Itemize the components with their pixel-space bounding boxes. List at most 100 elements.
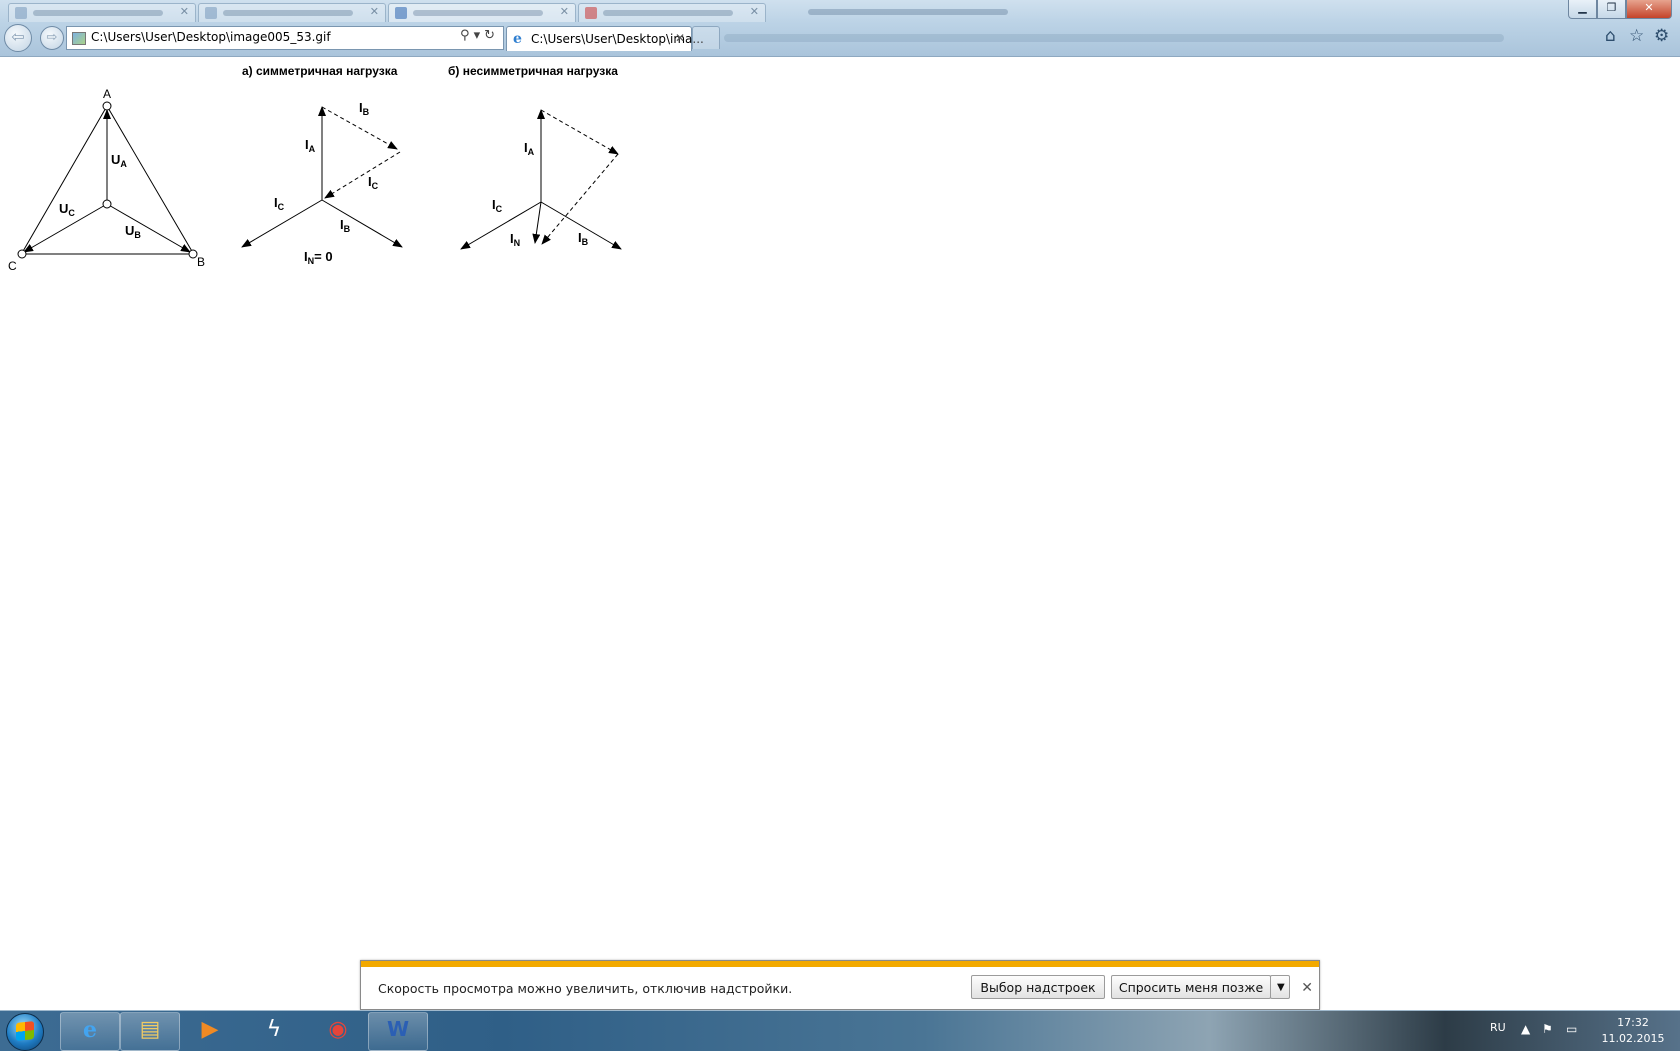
vector-shift-1: [540, 109, 619, 155]
title-asymmetric: б) несимметричная нагрузка: [448, 64, 618, 78]
magnifier-icon[interactable]: ⚲: [460, 28, 474, 43]
node-neutral: [102, 199, 112, 209]
gear-icon[interactable]: ⚙: [1654, 26, 1669, 46]
vertex-label-c: C: [8, 259, 17, 273]
minimize-button[interactable]: ▁: [1568, 0, 1597, 19]
dropdown-icon[interactable]: ▾: [474, 28, 485, 43]
language-indicator[interactable]: RU: [1490, 1021, 1506, 1034]
label-in-asym: IN: [510, 231, 520, 248]
word-icon: W: [386, 1017, 410, 1041]
notification-accent: [361, 961, 1319, 967]
tab-favicon: [205, 7, 217, 19]
active-tab[interactable]: e C:\Users\User\Desktop\ima... ✕: [506, 26, 704, 51]
symmetric-load-diagram: IA IB IC IC IB IN= 0: [241, 100, 403, 266]
ask-later-dropdown[interactable]: ▼: [1270, 975, 1290, 999]
address-url[interactable]: C:\Users\User\Desktop\image005_53.gif: [91, 30, 331, 44]
triangle-side: [106, 105, 194, 254]
background-tab[interactable]: ✕: [388, 3, 576, 22]
label-ia-sym: IA: [305, 137, 316, 154]
node-b: [188, 249, 198, 259]
label-ic-asym: IC: [492, 197, 503, 214]
clock-time: 17:32: [1617, 1016, 1649, 1029]
home-icon[interactable]: ⌂: [1605, 26, 1616, 46]
notification-message: Скорость просмотра можно увеличить, откл…: [378, 981, 793, 996]
title-symmetric: а) симметричная нагрузка: [242, 64, 398, 78]
close-icon[interactable]: ✕: [560, 5, 569, 18]
address-tools: ⚲▾↻: [460, 28, 499, 43]
label-ic-mid: IC: [368, 174, 379, 191]
vector-ub: [106, 203, 191, 253]
background-tab[interactable]: ✕: [578, 3, 766, 22]
action-center-flag-icon[interactable]: ⚑: [1542, 1022, 1553, 1036]
addons-notification-bar: Скорость просмотра можно увеличить, откл…: [360, 960, 1320, 1010]
background-tab[interactable]: [768, 3, 1008, 21]
tab-favicon: [395, 7, 407, 19]
chrome-icon: ◉: [328, 1017, 348, 1042]
dropdown-icon: ▼: [1277, 982, 1285, 993]
ie-icon: e: [83, 1017, 97, 1043]
label-ua: UA: [111, 152, 127, 169]
refresh-icon[interactable]: ↻: [484, 28, 499, 43]
image-file-icon: [72, 32, 86, 45]
vertex-label-a: A: [103, 87, 111, 101]
back-arrow-icon: ⇦: [11, 27, 25, 46]
background-tab-strip: [724, 34, 1504, 42]
background-tab[interactable]: ✕: [8, 3, 196, 22]
windows-taskbar: e ▤ ▶ ϟ ◉ W RU ▲ ⚑ ▭ 17:32 11.02.2015: [0, 1010, 1680, 1051]
close-icon[interactable]: ✕: [370, 5, 379, 18]
close-icon[interactable]: ✕: [180, 5, 189, 18]
label-ib-asym: IB: [578, 230, 589, 247]
close-window-button[interactable]: ✕: [1626, 0, 1672, 19]
show-hidden-icons-icon[interactable]: ▲: [1521, 1022, 1530, 1036]
forward-button[interactable]: ⇨: [40, 26, 64, 50]
label-ib-top: IB: [359, 100, 370, 117]
node-a: [102, 101, 112, 111]
clock-date: 11.02.2015: [1601, 1032, 1665, 1045]
vector-ic-shift: [324, 151, 401, 199]
browser-chrome: ✕ ✕ ✕ ✕ ▁ ❐ ✕ ⇦ ⇨ C:\Users\User\Desktop\…: [0, 0, 1680, 57]
taskbar-chrome[interactable]: ◉: [308, 1012, 368, 1051]
vector-in: [532, 201, 542, 244]
background-tab-strip: ✕ ✕ ✕ ✕: [0, 0, 1560, 22]
ie-icon: e: [513, 31, 522, 47]
network-icon[interactable]: ▭: [1566, 1022, 1577, 1036]
label-ic-sym: IC: [274, 195, 285, 212]
ask-later-button[interactable]: Спросить меня позже: [1111, 975, 1271, 999]
star-triangle-diagram: A B C UA UB UC: [8, 87, 205, 273]
media-player-icon: ▶: [201, 1017, 219, 1042]
vector-ib-sym: [321, 199, 403, 248]
background-tab[interactable]: ✕: [198, 3, 386, 22]
windows-logo-icon: [16, 1021, 34, 1041]
label-ub: UB: [125, 223, 141, 240]
tab-favicon: [585, 7, 597, 19]
asymmetric-load-diagram: IA IC IN IB: [460, 109, 622, 250]
page-content: а) симметричная нагрузка б) несимметричн…: [0, 57, 1680, 957]
taskbar-explorer[interactable]: ▤: [120, 1012, 180, 1051]
restore-button[interactable]: ❐: [1597, 0, 1626, 19]
taskbar-ie[interactable]: e: [60, 1012, 120, 1051]
address-bar[interactable]: C:\Users\User\Desktop\image005_53.gif ⚲▾…: [66, 26, 504, 50]
choose-addons-button[interactable]: Выбор надстроек: [971, 975, 1105, 999]
system-clock[interactable]: 17:32 11.02.2015: [1598, 1015, 1668, 1047]
node-c: [17, 249, 27, 259]
label-ia-asym: IA: [524, 140, 535, 157]
close-icon[interactable]: ✕: [750, 5, 759, 18]
vertex-label-b: B: [197, 255, 205, 269]
folder-icon: ▤: [139, 1017, 161, 1042]
back-button[interactable]: ⇦: [4, 24, 32, 52]
triangle-side: [21, 105, 108, 254]
new-tab-button[interactable]: [692, 26, 720, 49]
taskbar-app[interactable]: ϟ: [244, 1012, 304, 1051]
close-icon[interactable]: ✕: [1301, 980, 1313, 996]
label-uc: UC: [59, 201, 75, 218]
close-icon[interactable]: ✕: [675, 31, 685, 45]
lightning-icon: ϟ: [266, 1017, 282, 1042]
start-button[interactable]: [6, 1013, 44, 1051]
tab-favicon: [15, 7, 27, 19]
vector-diagram-image: а) симметричная нагрузка б) несимметричн…: [8, 64, 622, 273]
label-in-zero: IN= 0: [304, 249, 333, 266]
taskbar-word[interactable]: W: [368, 1012, 428, 1051]
forward-arrow-icon: ⇨: [46, 30, 58, 45]
star-icon[interactable]: ☆: [1629, 26, 1644, 46]
taskbar-media-player[interactable]: ▶: [180, 1012, 240, 1051]
